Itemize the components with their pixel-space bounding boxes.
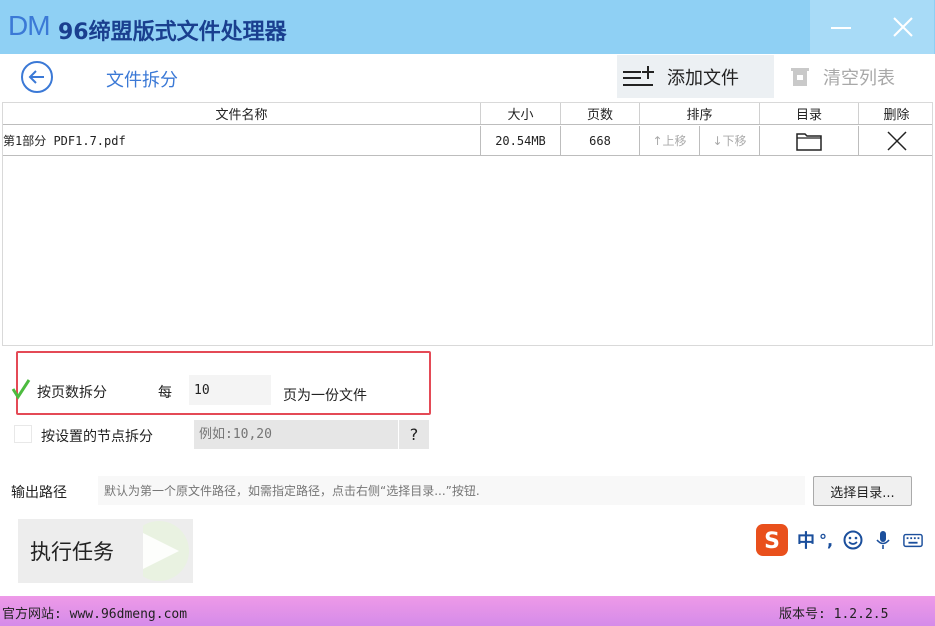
close-icon [893, 17, 913, 37]
app-title: 96缔盟版式文件处理器 [58, 20, 287, 45]
version-text: 版本号: 1.2.2.5 [779, 607, 889, 622]
add-file-button[interactable]: 添加文件 [617, 55, 774, 98]
run-task-button[interactable]: 执行任务 [18, 519, 193, 583]
title-bar: DM 96缔盟版式文件处理器 [0, 0, 935, 54]
keyboard-icon[interactable] [903, 530, 923, 550]
add-file-label: 添加文件 [667, 67, 739, 89]
ime-lang[interactable]: 中 [797, 527, 815, 553]
add-list-icon [623, 65, 654, 86]
check-icon[interactable] [11, 378, 31, 400]
header-delete: 删除 [883, 108, 910, 123]
clear-list-button[interactable]: 清空列表 [778, 55, 931, 98]
header-directory: 目录 [760, 103, 859, 124]
play-icon [143, 521, 189, 581]
every-label: 每 [158, 385, 172, 401]
split-by-pages-label[interactable]: 按页数拆分 [37, 382, 107, 402]
cell-pages: 668 [561, 126, 640, 155]
close-button[interactable] [872, 0, 934, 54]
split-by-nodes-label[interactable]: 按设置的节点拆分 [41, 426, 153, 446]
cell-size: 20.54MB [481, 126, 561, 155]
cell-file-name: 第1部分 PDF1.7.pdf [3, 126, 481, 155]
delete-row-button[interactable] [859, 126, 934, 155]
ime-punct[interactable]: °, [819, 531, 833, 550]
pages-suffix-label: 页为一份文件 [283, 388, 367, 404]
minimize-icon [831, 27, 851, 29]
header-file-name: 文件名称 [3, 103, 481, 124]
back-button[interactable] [21, 61, 53, 93]
close-icon [886, 130, 907, 151]
split-by-nodes-checkbox[interactable] [14, 425, 32, 443]
move-down-button[interactable]: ↓下移 [700, 126, 760, 155]
emoji-icon[interactable] [843, 530, 863, 550]
table-row[interactable]: 第1部分 PDF1.7.pdf 20.54MB 668 ↑上移 ↓下移 [3, 126, 932, 156]
table-header: 文件名称 大小 页数 排序 目录 删除 [3, 103, 932, 125]
nodes-input[interactable] [194, 420, 398, 449]
status-bar: 官方网站: www.96dmeng.com 版本号: 1.2.2.5 [0, 596, 935, 626]
select-directory-button[interactable]: 选择目录... [813, 476, 912, 506]
website-text[interactable]: 官方网站: www.96dmeng.com [2, 603, 187, 622]
ime-toolbar[interactable]: S 中 °, [755, 521, 930, 559]
help-button[interactable]: ? [399, 420, 429, 449]
folder-icon [796, 132, 822, 151]
app-logo: DM [8, 10, 51, 41]
run-task-label: 执行任务 [30, 540, 114, 564]
page-title: 文件拆分 [106, 70, 178, 91]
arrow-left-icon [28, 70, 44, 84]
output-path-label: 输出路径 [11, 485, 67, 501]
minimize-button[interactable] [810, 0, 872, 54]
microphone-icon[interactable] [873, 530, 893, 550]
pages-per-file-input[interactable] [189, 375, 271, 405]
trash-icon [791, 67, 809, 86]
header-pages: 页数 [561, 103, 640, 124]
output-path-input[interactable] [98, 476, 805, 505]
clear-list-label: 清空列表 [823, 67, 895, 89]
header-sort: 排序 [640, 103, 760, 124]
file-table: 文件名称 大小 页数 排序 目录 删除 第1部分 PDF1.7.pdf 20.5… [2, 102, 933, 346]
move-up-button[interactable]: ↑上移 [640, 126, 700, 155]
header-size: 大小 [481, 103, 561, 124]
svg-text:S: S [764, 529, 780, 554]
sogou-logo-icon: S [756, 524, 788, 556]
open-folder-button[interactable] [760, 126, 859, 155]
